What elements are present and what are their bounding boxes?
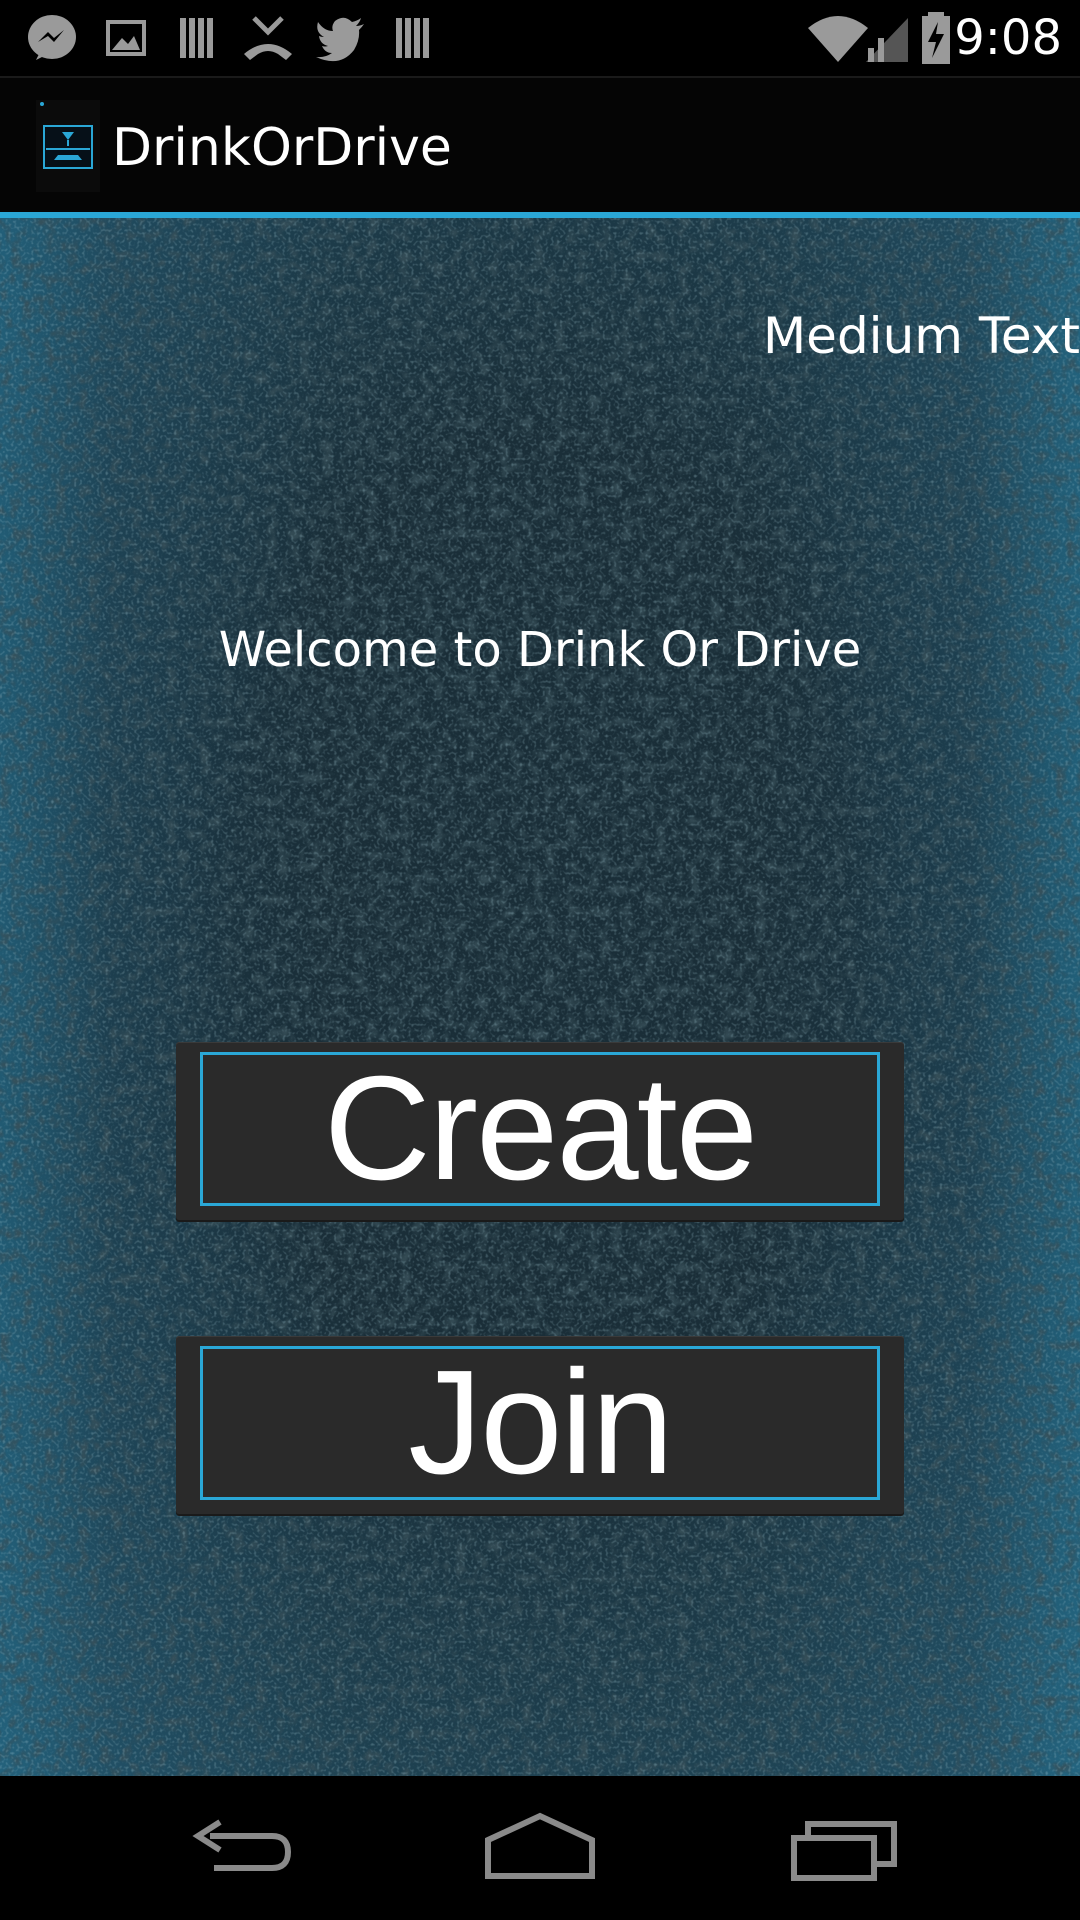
app-title: DrinkOrDrive bbox=[112, 118, 452, 178]
barcode-icon bbox=[180, 18, 213, 58]
twitter-icon bbox=[316, 17, 364, 62]
app-icon[interactable] bbox=[36, 100, 100, 192]
welcome-text: Welcome to Drink Or Drive bbox=[218, 622, 862, 678]
signal-icon bbox=[866, 18, 908, 62]
create-button-label: Create bbox=[323, 1046, 758, 1211]
image-icon bbox=[106, 20, 146, 56]
medium-text: Medium Text bbox=[763, 307, 1080, 365]
screen: 9:08 DrinkOrDrive Medium Text Welcome to… bbox=[0, 0, 1080, 1920]
main-content: Medium Text Welcome to Drink Or Drive Cr… bbox=[0, 218, 1080, 1776]
barcode-icon bbox=[396, 18, 429, 58]
status-time: 9:08 bbox=[954, 10, 1062, 66]
status-bar: 9:08 bbox=[0, 0, 1080, 78]
background-texture bbox=[0, 218, 1080, 1776]
recent-apps-icon[interactable] bbox=[784, 1800, 904, 1896]
create-button[interactable]: Create bbox=[176, 1042, 904, 1220]
navigation-bar bbox=[0, 1776, 1080, 1920]
join-button-label: Join bbox=[408, 1340, 674, 1505]
back-icon[interactable] bbox=[180, 1800, 300, 1896]
battery-charging-icon bbox=[922, 12, 950, 64]
create-button-border: Create bbox=[200, 1052, 880, 1206]
missed-call-icon bbox=[244, 16, 292, 60]
home-icon[interactable] bbox=[480, 1800, 600, 1896]
join-button-border: Join bbox=[200, 1346, 880, 1500]
messenger-icon bbox=[28, 15, 76, 60]
join-button[interactable]: Join bbox=[176, 1336, 904, 1514]
wifi-icon bbox=[808, 16, 868, 62]
app-logo-icon bbox=[40, 102, 93, 169]
